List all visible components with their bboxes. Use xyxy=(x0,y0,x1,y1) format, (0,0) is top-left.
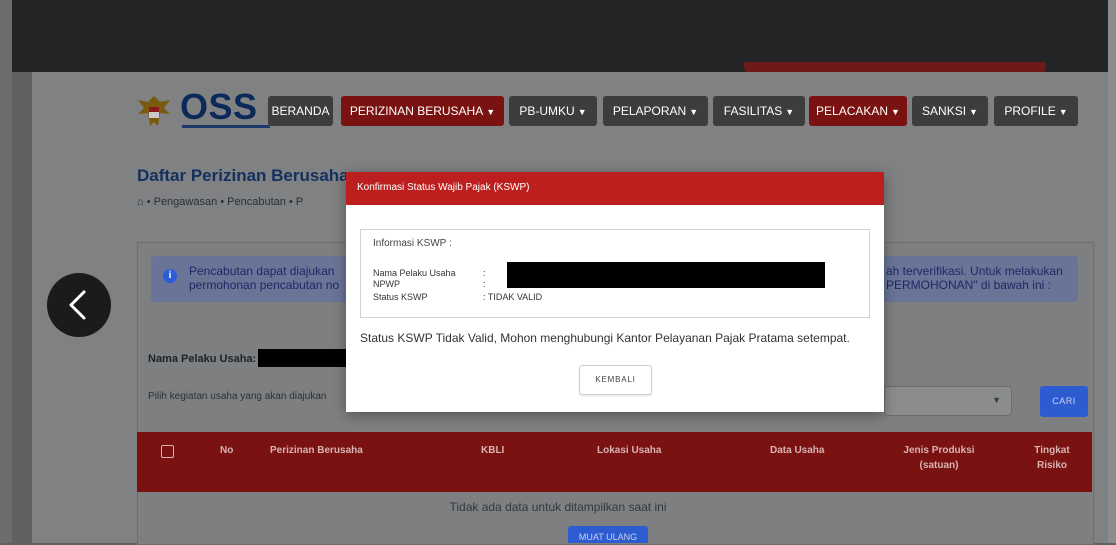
chevron-down-icon: ▼ xyxy=(969,107,978,117)
window-right-edge xyxy=(1108,0,1116,543)
nav-sanksi[interactable]: SANKSI ▼ xyxy=(912,96,988,126)
nama-pelaku-usaha-label: Nama Pelaku Usaha: xyxy=(148,353,257,365)
chevron-down-icon: ▼ xyxy=(1058,107,1068,117)
window-left-edge xyxy=(0,0,12,543)
nav-beranda-label: BERANDA xyxy=(271,104,330,118)
kswp-info-box: Informasi KSWP : Nama Pelaku Usaha: NPWP… xyxy=(360,229,870,318)
field-key: NPWP xyxy=(373,279,400,289)
th-tingkat-line1: Tingkat xyxy=(1034,445,1070,456)
kswp-modal: Konfirmasi Status Wajib Pajak (KSWP) Inf… xyxy=(346,172,884,412)
info-alert-line2: permohonan pencabutan no xyxy=(189,278,340,292)
field-nama-pelaku-usaha: Nama Pelaku Usaha: xyxy=(373,268,486,279)
field-value: : xyxy=(483,279,486,289)
chevron-down-icon: ▼ xyxy=(891,107,900,117)
th-jenis-line2: (satuan) xyxy=(919,460,959,471)
nav-pb-umku[interactable]: PB-UMKU ▼ xyxy=(509,96,597,126)
th-kbli: KBLI xyxy=(481,445,505,456)
select-all-checkbox[interactable] xyxy=(161,445,174,458)
chevron-down-icon: ▼ xyxy=(992,395,1001,405)
th-no: No xyxy=(220,445,234,456)
th-data-usaha: Data Usaha xyxy=(770,445,825,456)
chevron-down-icon: ▼ xyxy=(577,107,587,117)
nav-fasilitas[interactable]: FASILITAS ▼ xyxy=(713,96,805,126)
info-alert-right-line1: ah terverifikasi. Untuk melakukan xyxy=(886,264,1063,278)
th-lokasi: Lokasi Usaha xyxy=(597,445,662,456)
breadcrumb[interactable]: ⌂ • Pengawasan • Pencabutan • P xyxy=(137,196,303,208)
field-status-kswp: Status KSWP : TIDAK VALID xyxy=(373,292,542,303)
nav-pelacakan[interactable]: PELACAKAN ▼ xyxy=(809,96,907,126)
field-value: : xyxy=(483,268,486,278)
nav-perizinan-berusaha[interactable]: PERIZINAN BERUSAHA ▼ xyxy=(341,96,504,126)
info-alert-left: i Pencabutan dapat diajukan permohonan p… xyxy=(151,256,349,302)
redacted-values xyxy=(507,262,825,288)
cari-button[interactable]: CARI xyxy=(1040,386,1088,417)
back-button[interactable] xyxy=(47,273,111,337)
nav-sanksi-label: SANKSI xyxy=(922,104,967,118)
oss-logo[interactable]: OSS xyxy=(134,86,276,132)
nav-pelaporan-label: PELAPORAN xyxy=(612,104,687,118)
field-key: Nama Pelaku Usaha xyxy=(373,268,456,278)
info-icon: i xyxy=(163,269,177,283)
oss-logo-subtitle xyxy=(182,125,270,128)
th-tingkat-risiko: Tingkat Risiko xyxy=(1027,443,1077,473)
nav-beranda[interactable]: BERANDA xyxy=(268,96,333,126)
garuda-emblem-icon xyxy=(138,96,170,126)
kegiatan-select[interactable]: ▼ xyxy=(884,386,1012,416)
main-navbar: OSS BERANDA PERIZINAN BERUSAHA ▼ PB-UMKU ▼… xyxy=(32,84,1108,140)
table-header: No Perizinan Berusaha KBLI Lokasi Usaha … xyxy=(137,432,1092,492)
nav-perizinan-label: PERIZINAN BERUSAHA xyxy=(349,104,484,118)
info-alert-text-right: ah terverifikasi. Untuk melakukan PERMOH… xyxy=(886,264,1063,292)
muat-ulang-button[interactable]: MUAT ULANG xyxy=(568,526,648,543)
info-alert-line1: Pencabutan dapat diajukan xyxy=(189,264,335,278)
chevron-down-icon: ▼ xyxy=(689,107,699,117)
modal-header: Konfirmasi Status Wajib Pajak (KSWP) xyxy=(346,172,884,205)
field-key: Status KSWP xyxy=(373,292,428,302)
modal-title: Konfirmasi Status Wajib Pajak (KSWP) xyxy=(357,182,530,193)
info-alert-right-line2: PERMOHONAN" di bawah ini : xyxy=(886,278,1051,292)
th-jenis-line1: Jenis Produksi xyxy=(903,445,975,456)
empty-table-message: Tidak ada data untuk ditampilkan saat in… xyxy=(449,500,667,514)
chevron-down-icon: ▼ xyxy=(785,107,795,117)
status-message: Status KSWP Tidak Valid, Mohon menghubun… xyxy=(360,331,850,345)
chevron-down-icon: ▼ xyxy=(486,107,496,117)
page-title: Daftar Perizinan Berusaha xyxy=(137,166,349,185)
kembali-button[interactable]: KEMBALI xyxy=(579,365,652,395)
nav-profile-label: PROFILE xyxy=(1004,104,1056,118)
redacted-name xyxy=(258,349,348,367)
th-jenis-produksi: Jenis Produksi (satuan) xyxy=(899,443,979,473)
chevron-left-icon xyxy=(69,290,86,320)
field-npwp: NPWP: xyxy=(373,279,486,290)
info-alert-text: Pencabutan dapat diajukan permohonan pen… xyxy=(189,264,339,292)
nav-pb-umku-label: PB-UMKU xyxy=(519,104,575,118)
oss-logo-text: OSS xyxy=(180,86,258,127)
th-tingkat-line2: Risiko xyxy=(1036,460,1067,471)
field-value: : TIDAK VALID xyxy=(483,292,543,302)
nav-pelaporan[interactable]: PELAPORAN ▼ xyxy=(603,96,708,126)
info-alert-right: ah terverifikasi. Untuk melakukan PERMOH… xyxy=(882,256,1078,302)
nav-fasilitas-label: FASILITAS xyxy=(723,104,783,118)
th-perizinan: Perizinan Berusaha xyxy=(270,445,363,456)
pilih-kegiatan-label: Pilih kegiatan usaha yang akan diajukan xyxy=(148,391,327,402)
nav-pelacakan-label: PELACAKAN xyxy=(816,104,889,118)
nav-profile[interactable]: PROFILE ▼ xyxy=(994,96,1078,126)
kswp-info-title: Informasi KSWP : xyxy=(373,238,452,249)
